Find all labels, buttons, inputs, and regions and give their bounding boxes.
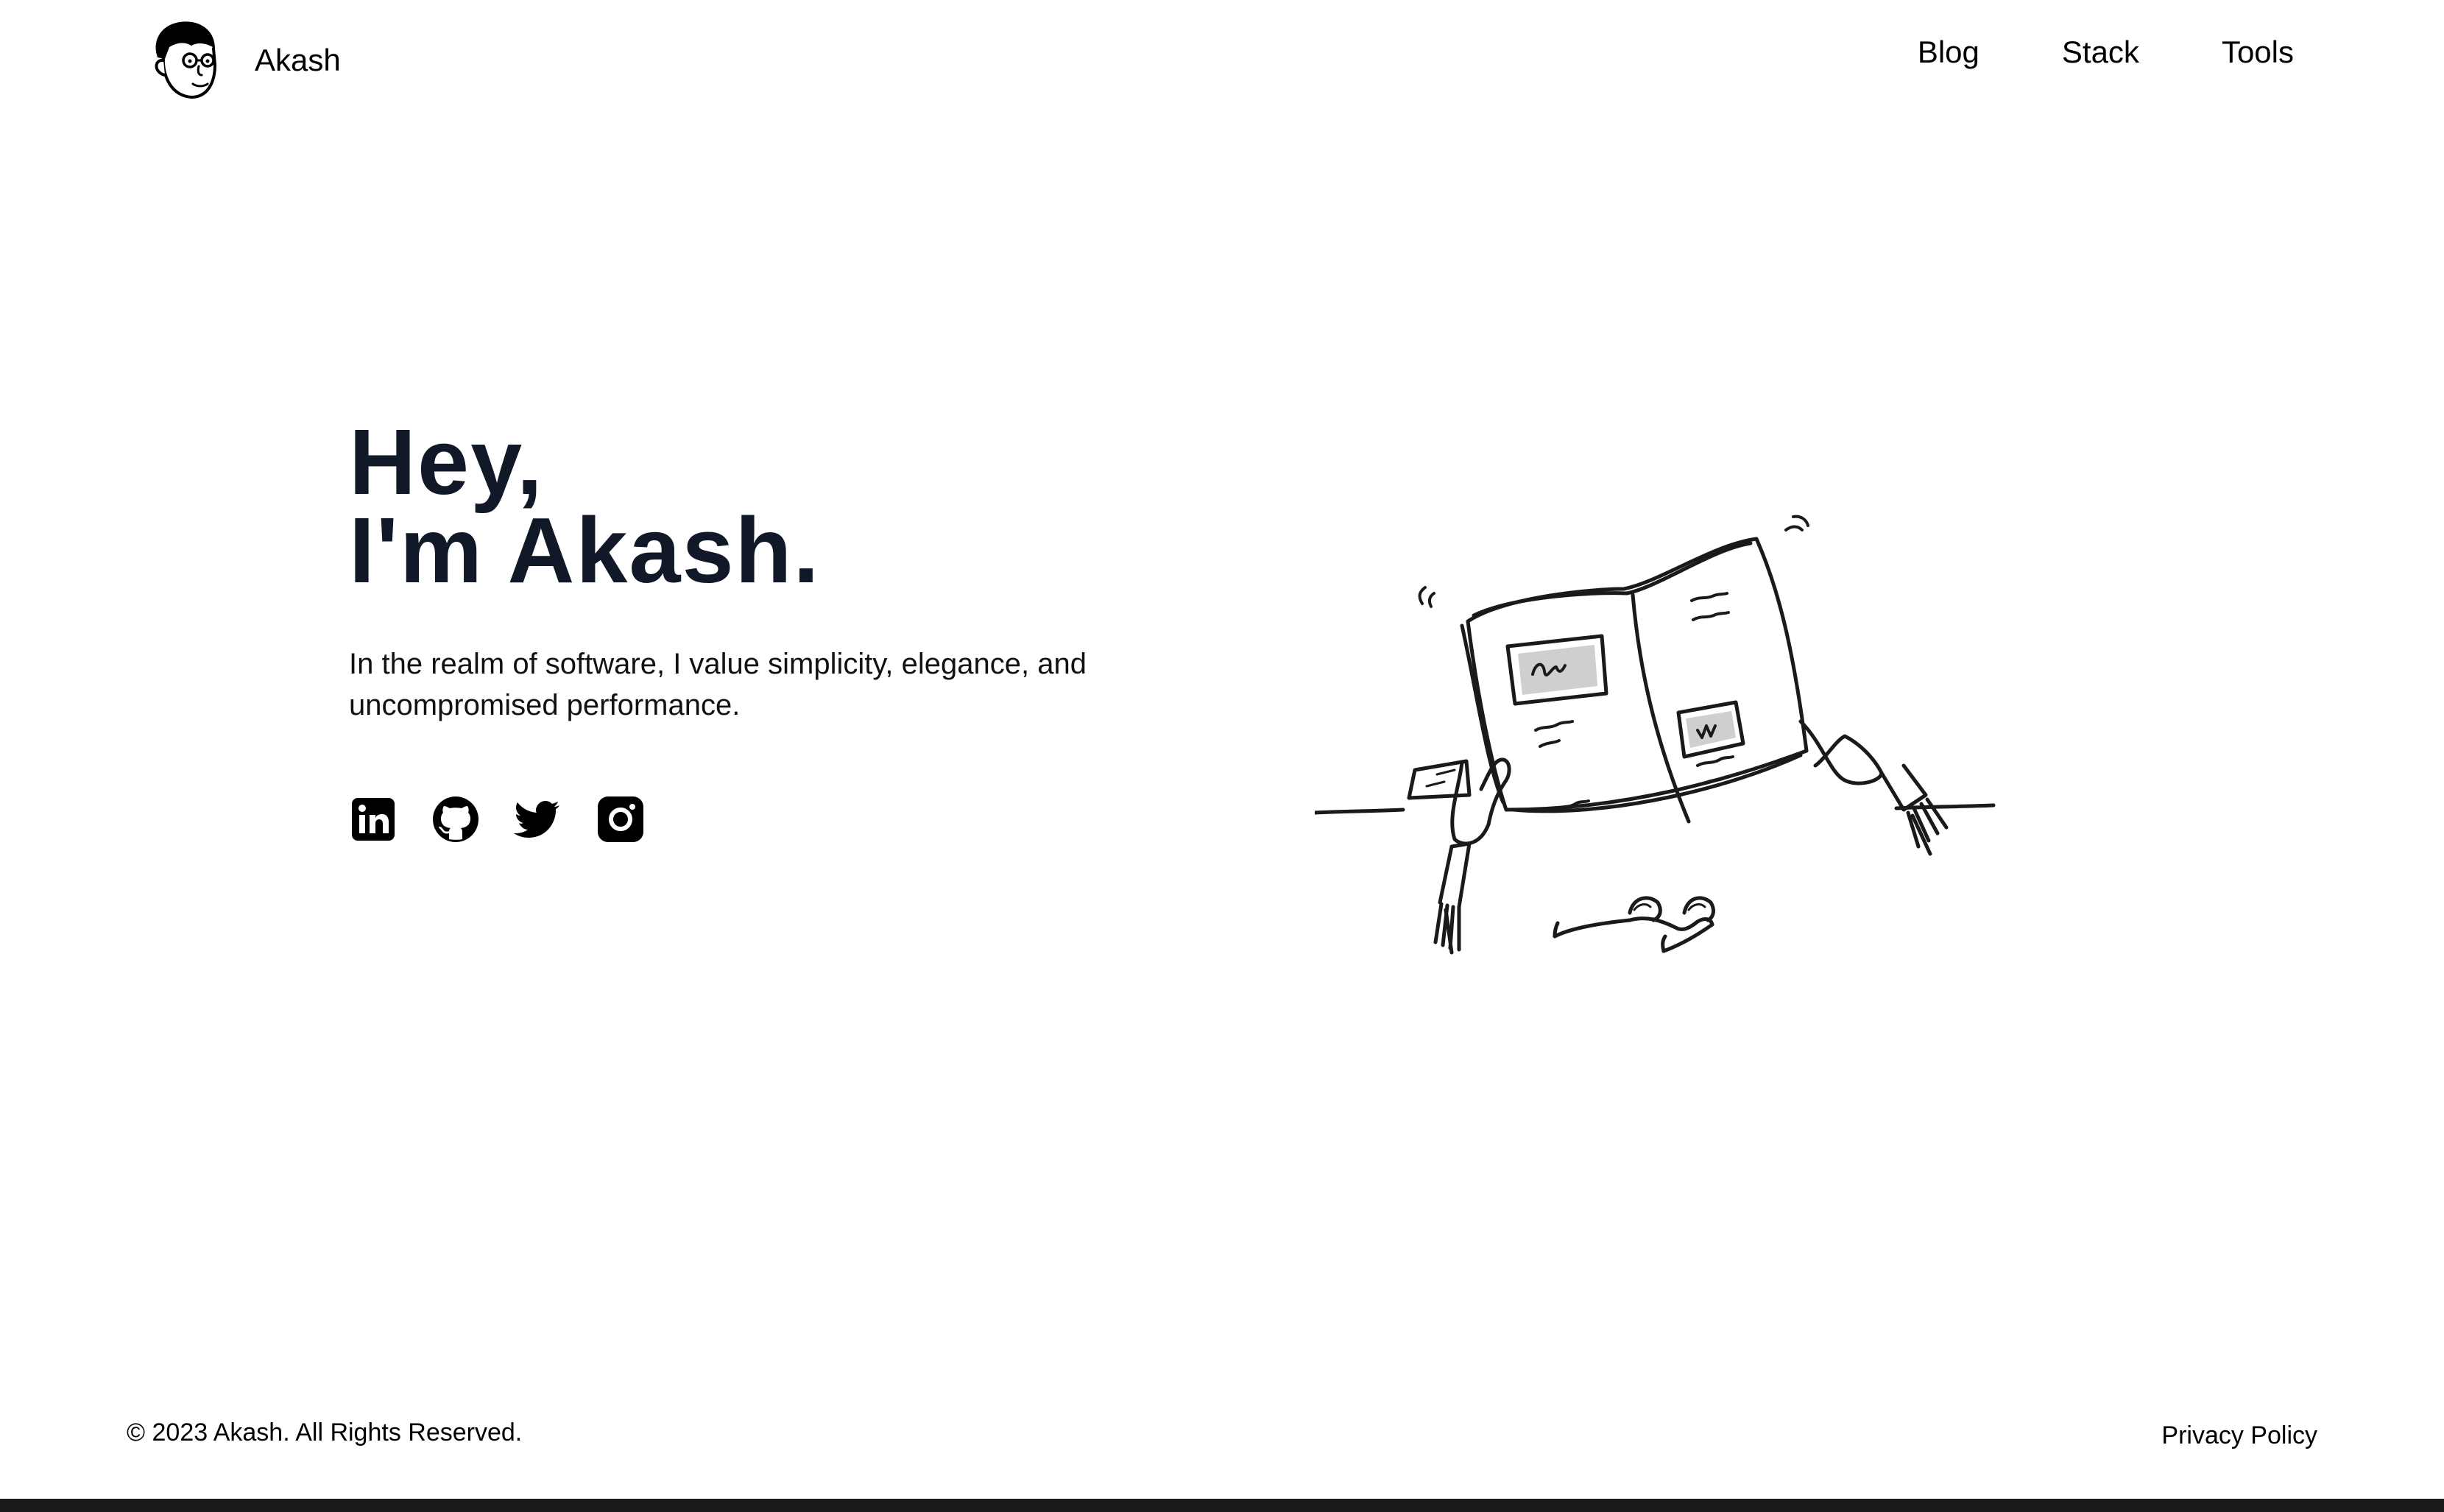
page: Akash Blog Stack Tools Hey, I'm Akash. I… bbox=[0, 0, 2444, 1512]
hero-title-line-2: I'm Akash. bbox=[349, 498, 821, 602]
site-header: Akash Blog Stack Tools bbox=[0, 0, 2444, 118]
footer-copyright: © 2023 Akash. All Rights Reserved. bbox=[127, 1419, 523, 1446]
nav-link-blog[interactable]: Blog bbox=[1918, 37, 1979, 68]
hero-title-line-1: Hey, bbox=[349, 410, 544, 514]
twitter-link[interactable] bbox=[514, 795, 562, 844]
instagram-icon bbox=[598, 796, 643, 842]
cartoon-face-icon bbox=[155, 21, 217, 99]
privacy-policy-link[interactable]: Privacy Policy bbox=[2161, 1421, 2317, 1450]
linkedin-icon bbox=[352, 798, 395, 841]
brand-name: Akash bbox=[255, 43, 341, 77]
github-link[interactable] bbox=[431, 795, 480, 844]
hero-section: Hey, I'm Akash. In the realm of software… bbox=[349, 410, 1232, 844]
social-links bbox=[349, 795, 1232, 844]
linkedin-link[interactable] bbox=[349, 795, 398, 844]
github-icon bbox=[433, 796, 478, 842]
hero-description: In the realm of software, I value simpli… bbox=[349, 648, 1087, 721]
instagram-link[interactable] bbox=[596, 795, 645, 844]
twitter-icon bbox=[514, 801, 559, 838]
nav-link-stack[interactable]: Stack bbox=[2062, 37, 2139, 68]
bottom-bar bbox=[0, 1499, 2444, 1512]
person-reading-newspaper-illustration bbox=[1313, 501, 1999, 979]
hero-title: Hey, I'm Akash. bbox=[349, 410, 1232, 602]
nav-link-tools[interactable]: Tools bbox=[2222, 37, 2294, 68]
newspaper-illustration-svg bbox=[1313, 515, 1996, 955]
main-nav: Blog Stack Tools bbox=[1918, 37, 2294, 68]
brand-home-link[interactable]: Akash bbox=[147, 19, 341, 102]
